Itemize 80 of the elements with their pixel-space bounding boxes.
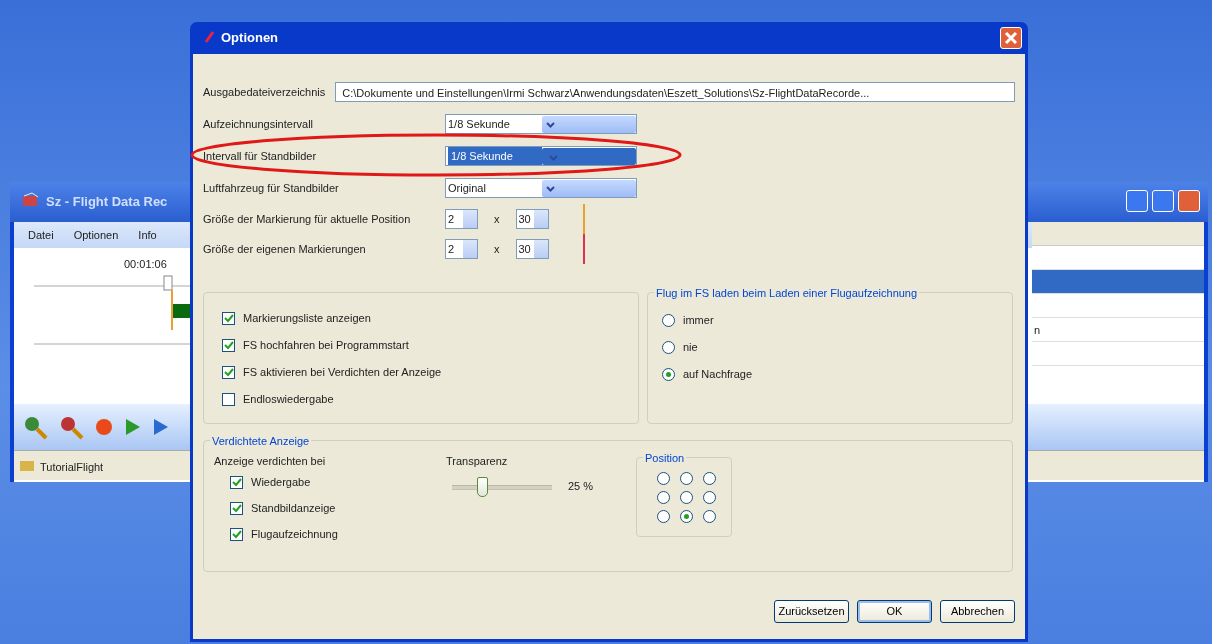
radio-label: nie — [683, 340, 698, 356]
section-label: Anzeige verdichten bei — [214, 454, 327, 469]
checkbox-label: Standbildanzeige — [251, 501, 336, 517]
play-icon[interactable] — [152, 417, 170, 437]
flight-tab[interactable]: TutorialFlight — [40, 459, 104, 480]
checkbox-label: Endloswiedergabe — [243, 392, 334, 408]
checkmark-icon — [231, 503, 242, 514]
dropdown[interactable]: 1/8 Sekunde — [445, 114, 637, 134]
path-field[interactable]: C:\Dokumente und Einstellungen\Irmi Schwarz\Anwendungsdaten\Eszett_Solutions\Sz-FlightDataRecorde... — [335, 82, 1015, 102]
field-label: Ausgabedateiverzeichnis — [203, 84, 326, 100]
field-label: Intervall für Standbilder — [203, 148, 318, 164]
checkbox[interactable] — [222, 393, 235, 406]
checkbox[interactable] — [222, 312, 235, 325]
close-button[interactable] — [1000, 27, 1022, 49]
play-icon[interactable] — [124, 417, 142, 437]
pen-icon — [203, 31, 215, 45]
spin-field[interactable]: 30 — [515, 239, 549, 259]
dropdown[interactable]: 1/8 Sekunde — [445, 146, 637, 166]
field-label: Luftfahrzeug für Standbilder — [203, 180, 340, 196]
field-label: Aufzeichnungsintervall — [203, 116, 315, 132]
slider-label: Transparenz — [446, 454, 509, 469]
checkbox[interactable] — [230, 502, 243, 515]
checkbox[interactable] — [222, 366, 235, 379]
slider-thumb[interactable] — [477, 476, 488, 497]
checkbox[interactable] — [230, 528, 243, 541]
radio-button[interactable] — [680, 472, 693, 485]
checkbox-label: Wiedergabe — [251, 475, 311, 491]
checkmark-icon — [231, 529, 242, 540]
spin-field[interactable]: 30 — [515, 209, 549, 229]
zoom-out-icon[interactable] — [58, 414, 84, 440]
checkbox-label: FS aktivieren bei Verdichten der Anzeige — [243, 365, 442, 381]
radio-dot-icon — [666, 372, 671, 377]
radio-button[interactable] — [657, 510, 670, 523]
checkbox[interactable] — [230, 476, 243, 489]
maximize-button[interactable] — [1152, 190, 1174, 212]
checkmark-icon — [223, 367, 234, 378]
record-icon[interactable] — [94, 417, 114, 437]
times-label: x — [494, 241, 500, 257]
checkbox-label: Markierungsliste anzeigen — [243, 311, 371, 327]
checkmark-icon — [223, 313, 234, 324]
checkmark-icon — [231, 477, 242, 488]
radio-button[interactable] — [657, 472, 670, 485]
ok-button[interactable]: OK — [857, 600, 932, 623]
close-button[interactable] — [1178, 190, 1200, 212]
minimize-button[interactable] — [1126, 190, 1148, 212]
radio-button[interactable] — [680, 510, 693, 523]
spin-field[interactable]: 2 — [445, 209, 478, 229]
checkbox-label: FS hochfahren bei Programmstart — [243, 338, 409, 354]
radio-button[interactable] — [703, 491, 716, 504]
spin-field[interactable]: 2 — [445, 239, 478, 259]
radio-button[interactable] — [657, 491, 670, 504]
field-label: Größe der eigenen Markierungen — [203, 241, 367, 257]
time-label: 00:01:06 — [124, 257, 167, 272]
radio-button[interactable] — [703, 472, 716, 485]
checkmark-icon — [223, 340, 234, 351]
radio-button[interactable] — [662, 314, 675, 327]
zoom-in-icon[interactable] — [22, 414, 48, 440]
menu-item[interactable]: Optionen — [73, 227, 119, 248]
field-label: Größe der Markierung für aktuelle Position — [203, 211, 412, 227]
slider-value: 25 % — [568, 479, 594, 495]
radio-button[interactable] — [662, 368, 675, 381]
radio-label: immer — [683, 313, 714, 329]
radio-label: auf Nachfrage — [683, 367, 753, 383]
radio-button[interactable] — [703, 510, 716, 523]
dialog-button[interactable]: Abbrechen — [940, 600, 1015, 623]
window-title: Sz - Flight Data Rec — [46, 193, 168, 211]
dialog-button[interactable]: Zurücksetzen — [774, 600, 849, 623]
radio-button[interactable] — [680, 491, 693, 504]
dropdown[interactable]: Original — [445, 178, 637, 198]
app-icon — [22, 192, 40, 208]
menu-item[interactable]: Info — [138, 227, 157, 248]
folder-icon — [20, 459, 34, 471]
radio-dot-icon — [684, 514, 689, 519]
checkbox-label: Flugaufzeichnung — [251, 527, 338, 543]
times-label: x — [494, 211, 500, 227]
dialog-title: Optionen — [221, 29, 279, 48]
radio-button[interactable] — [662, 341, 675, 354]
checkbox[interactable] — [222, 339, 235, 352]
menu-item[interactable]: Datei — [28, 227, 54, 248]
list-row[interactable] — [1032, 270, 1204, 294]
